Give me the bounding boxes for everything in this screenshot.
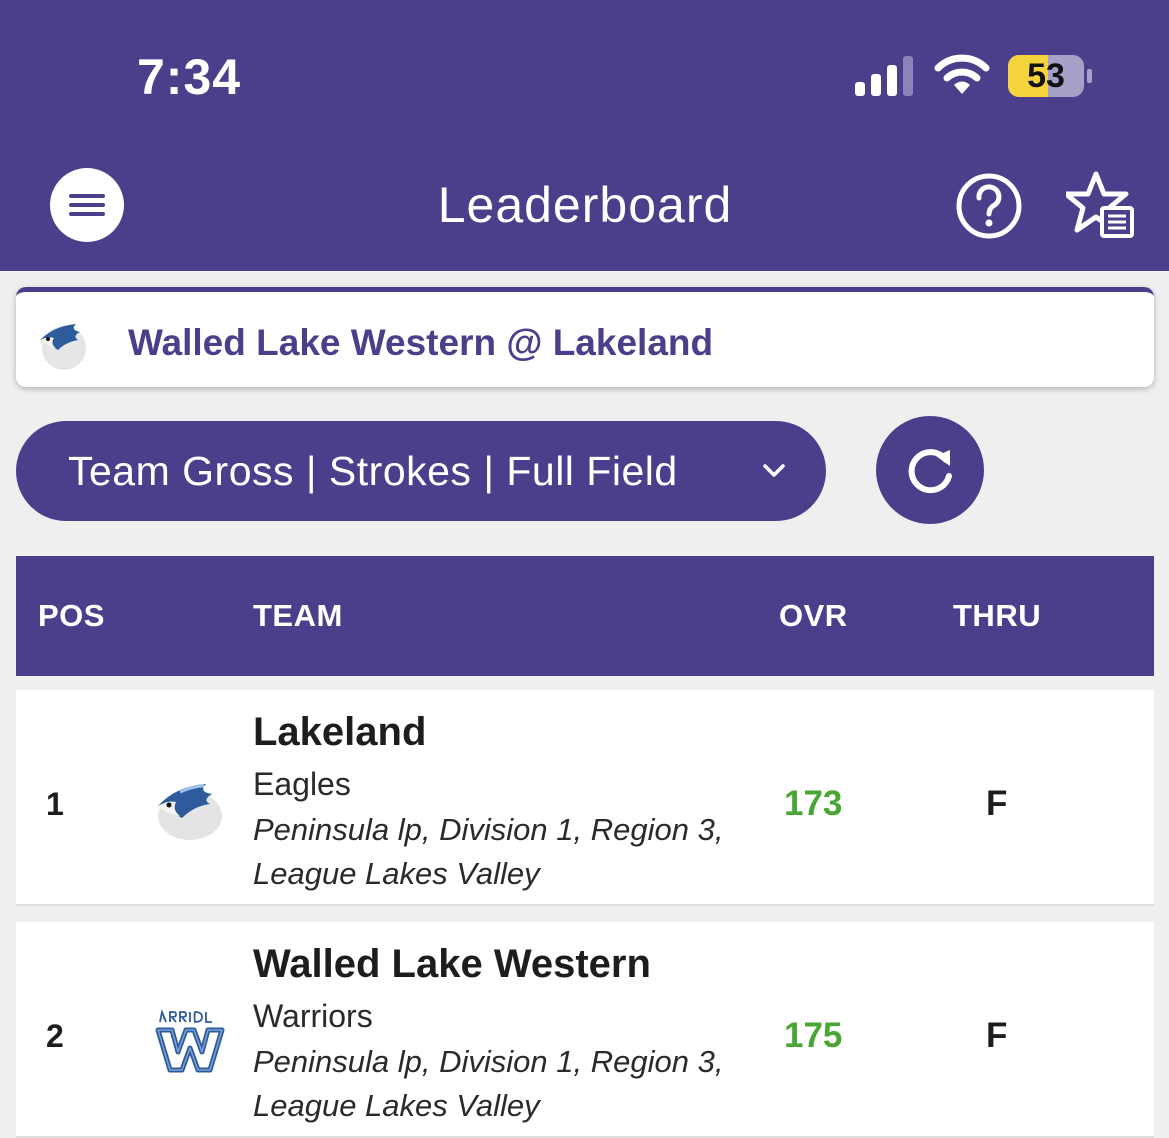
team-overall-score: 173	[784, 784, 843, 823]
menu-icon	[69, 194, 105, 198]
warriors-logo-icon	[155, 1006, 225, 1073]
status-time: 7:34	[137, 49, 242, 105]
row-position: 2	[46, 1018, 64, 1054]
favorites-icon[interactable]	[1066, 170, 1136, 242]
team-thru: F	[986, 784, 1008, 823]
menu-icon-bar	[69, 212, 105, 216]
menu-icon-bar	[69, 203, 105, 207]
column-header-thru[interactable]: THRU	[953, 598, 1041, 634]
app-header: 7:34 53 Leaderboard	[0, 0, 1169, 271]
event-card[interactable]: Walled Lake Western @ Lakeland	[16, 287, 1154, 387]
eagle-logo-icon	[158, 784, 222, 840]
team-overall-score: 175	[784, 1016, 843, 1055]
filter-selected-value: Team Gross | Strokes | Full Field	[68, 448, 678, 494]
team-league-info: Peninsula lp, Division 1, Region 3, Leag…	[253, 812, 724, 891]
battery-level: 53	[1027, 57, 1065, 95]
team-nickname: Eagles	[253, 766, 351, 802]
page-title: Leaderboard	[437, 177, 733, 233]
refresh-button[interactable]	[876, 416, 984, 524]
team-nickname: Warriors	[253, 998, 373, 1034]
table-row[interactable]: 1 Lakeland Eagles Peninsula lp, Division…	[16, 690, 1154, 906]
leaderboard-filter-select[interactable]: Team Gross | Strokes | Full Field	[16, 421, 826, 521]
team-name[interactable]: Lakeland	[253, 710, 426, 755]
refresh-icon	[908, 449, 952, 494]
column-header-pos[interactable]: POS	[38, 598, 105, 634]
cellular-signal-icon	[855, 56, 913, 96]
team-thru: F	[986, 1016, 1008, 1055]
event-title: Walled Lake Western @ Lakeland	[128, 322, 714, 363]
team-name[interactable]: Walled Lake Western	[253, 942, 651, 987]
help-icon[interactable]	[955, 172, 1023, 240]
column-header-team[interactable]: TEAM	[253, 598, 343, 634]
leaderboard-table-header: POS TEAM OVR THRU	[16, 556, 1154, 676]
table-row[interactable]: 2 Walled Lake Western Warriors Peninsula…	[16, 922, 1154, 1138]
column-header-ovr[interactable]: OVR	[779, 598, 848, 634]
eagle-logo-icon	[40, 324, 86, 370]
menu-button[interactable]	[50, 168, 124, 242]
team-league-info: Peninsula lp, Division 1, Region 3, Leag…	[253, 1044, 724, 1123]
wifi-icon	[934, 54, 990, 94]
chevron-down-icon	[763, 464, 785, 477]
row-position: 1	[46, 786, 64, 822]
